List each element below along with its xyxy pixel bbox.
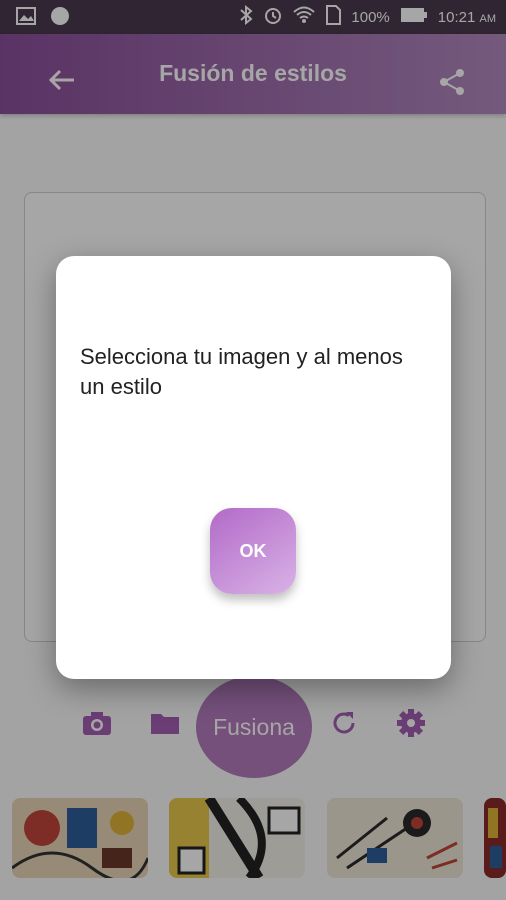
alert-dialog: Selecciona tu imagen y al menos un estil… [56,256,451,679]
ok-button[interactable]: OK [210,508,296,594]
dialog-message: Selecciona tu imagen y al menos un estil… [80,344,403,399]
